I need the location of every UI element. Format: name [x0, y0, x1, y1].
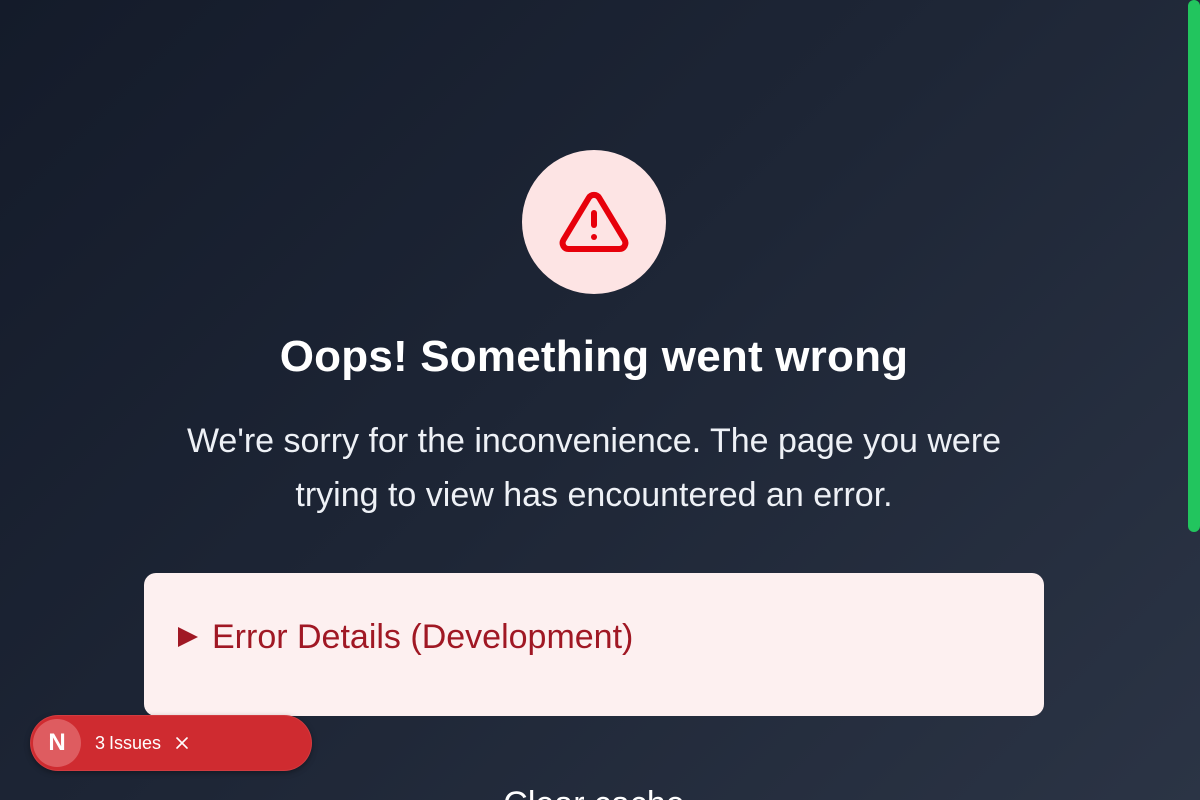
error-details-label: Error Details (Development) [212, 618, 634, 656]
warning-icon-badge [522, 150, 666, 294]
dev-issues-badge: N 3 Issues [30, 715, 312, 771]
close-issues-button[interactable] [171, 732, 193, 754]
issues-button[interactable]: 3 Issues [95, 733, 161, 754]
scrollbar-thumb[interactable] [1188, 0, 1200, 532]
warning-triangle-icon [559, 191, 629, 252]
error-details-toggle[interactable]: Error Details (Development) [144, 573, 1044, 716]
nextjs-logo-icon[interactable]: N [33, 719, 81, 767]
issues-text: Issues [109, 732, 162, 753]
issues-count: 3 [95, 732, 106, 753]
error-details-summary[interactable]: Error Details (Development) [178, 617, 1010, 657]
scrollbar-track[interactable] [1188, 0, 1200, 800]
page-title: Oops! Something went wrong [279, 332, 909, 381]
close-icon [176, 737, 188, 749]
caret-right-icon [178, 627, 198, 647]
partial-heading: Clear cache [0, 784, 1188, 800]
error-page: Oops! Something went wrong We're sorry f… [0, 0, 1200, 800]
error-message: We're sorry for the inconvenience. The p… [186, 422, 1002, 514]
